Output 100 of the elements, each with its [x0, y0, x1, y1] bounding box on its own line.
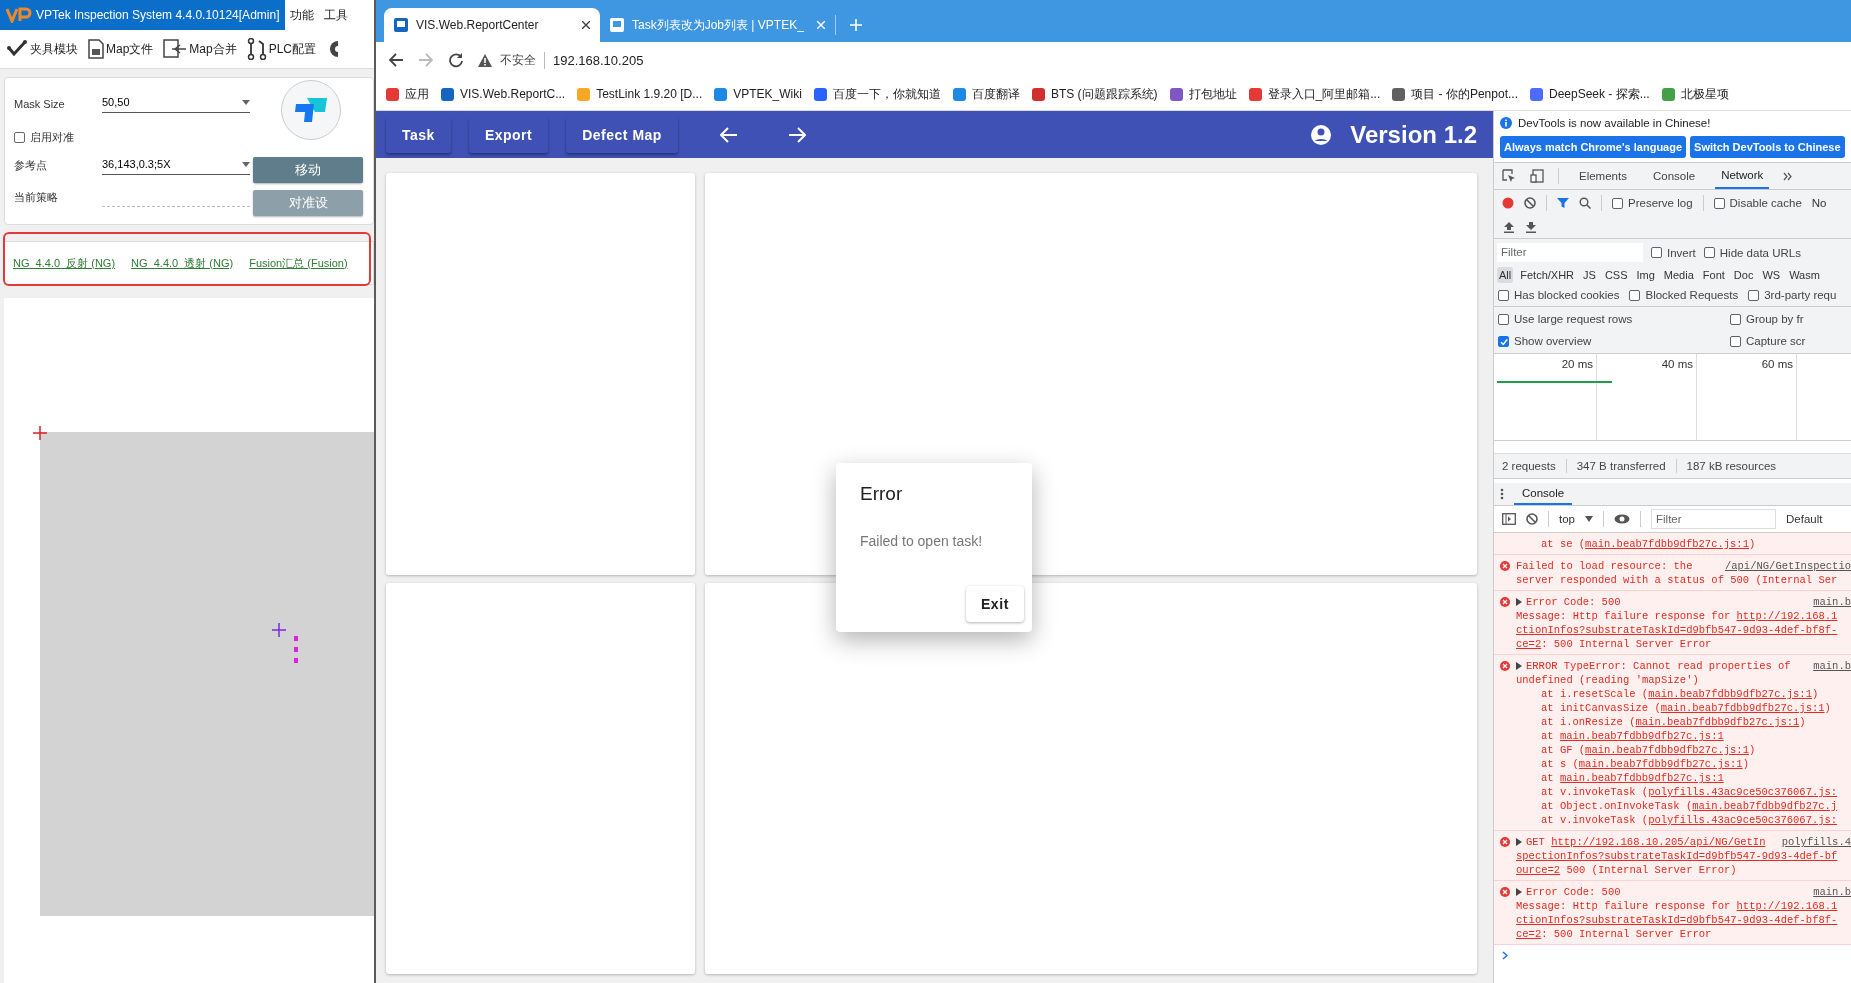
clear-icon[interactable] [1526, 513, 1538, 525]
expand-arrow-icon[interactable] [1516, 662, 1522, 670]
link[interactable]: main.beab7fdbb9dfb27c.js:1 [1559, 730, 1724, 742]
link[interactable]: http://192.168.1 [1736, 610, 1838, 622]
type-filter[interactable]: Doc [1731, 267, 1756, 283]
context-dropdown[interactable]: top [1559, 513, 1575, 525]
link[interactable]: spectionInfos?substrateTaskId=d9bfb547-9d93-4def-bf [1516, 850, 1838, 862]
toolbar-button[interactable]: 夹具模块 [30, 40, 78, 58]
bookmark[interactable]: 打包地址 [1169, 85, 1237, 103]
link[interactable]: main.beab7fdbb9dfb27c.js:1 [1585, 744, 1749, 756]
bookmark[interactable]: TestLink 1.9.20 [D... [577, 87, 703, 101]
type-filter[interactable]: Media [1661, 267, 1696, 283]
filter-field[interactable]: Filter [1497, 243, 1643, 262]
link[interactable]: polyfills.43ac9ce50c376067.js: [1648, 786, 1838, 798]
link[interactable]: main.beab7fdbb9dfb27c.js:1 [1635, 716, 1800, 728]
reload-icon[interactable] [448, 52, 464, 68]
recipe-link[interactable]: NG_4.4.0_透射 (NG) [131, 255, 234, 271]
link[interactable]: ctionInfos?substrateTaskId=d9bfb547-9d93-4def-bf8f- [1516, 624, 1838, 636]
bookmark[interactable]: 百度翻译 [952, 85, 1020, 103]
clear-icon[interactable] [1524, 197, 1536, 209]
checkbox[interactable] [1498, 313, 1509, 325]
upload-icon[interactable] [1504, 221, 1514, 233]
source-link[interactable]: main.b [1807, 885, 1851, 899]
recipe-link[interactable]: Fusion汇总 (Fusion) [249, 255, 348, 271]
link[interactable]: ce=2 [1516, 928, 1542, 940]
url-field[interactable]: 192.168.10.205 [553, 52, 644, 68]
type-filter[interactable]: Font [1700, 267, 1727, 283]
toolbar-button[interactable]: Map文件 [106, 40, 154, 58]
nav-button[interactable]: Export [468, 116, 549, 153]
search-icon[interactable] [1579, 197, 1591, 209]
menu-item[interactable]: 功能 [285, 6, 320, 24]
link[interactable]: main.beab7fdbb9dfb27c.js:1 [1578, 758, 1743, 770]
drawer-tab[interactable]: Console [1514, 483, 1573, 505]
checkbox[interactable] [14, 132, 25, 143]
link[interactable]: main.beab7fdbb9dfb27c.js:1 [1585, 538, 1749, 550]
checkbox[interactable] [1703, 247, 1715, 258]
device-icon[interactable] [1530, 169, 1544, 183]
link[interactable]: ce=2 [1516, 638, 1542, 650]
prompt-icon[interactable] [1502, 951, 1508, 960]
checkbox[interactable] [1651, 247, 1662, 258]
type-filter[interactable]: JS [1581, 267, 1598, 283]
download-icon[interactable] [1526, 221, 1536, 233]
eye-icon[interactable] [1614, 514, 1630, 524]
more-icon[interactable] [1500, 488, 1504, 500]
bookmark[interactable]: 百度一下，你就知道 [813, 85, 941, 103]
expand-arrow-icon[interactable] [1516, 888, 1522, 896]
filter-field[interactable]: Filter [1651, 509, 1776, 529]
account-icon[interactable] [1310, 123, 1333, 146]
inspect-icon[interactable] [1502, 169, 1516, 183]
throttle-dropdown[interactable]: No [1811, 197, 1827, 209]
menu-item[interactable]: 工具 [319, 6, 354, 24]
record-icon[interactable] [1502, 197, 1514, 209]
levels-dropdown[interactable]: Default [1786, 513, 1823, 525]
link[interactable]: http://192.168.1 [1736, 900, 1838, 912]
link[interactable]: ource=2 [1516, 864, 1561, 876]
exit-button[interactable]: Exit [965, 586, 1024, 622]
link[interactable]: http://192.168.10.205/api/NG/GetIn [1551, 836, 1766, 848]
checkbox[interactable] [1498, 335, 1509, 347]
source-link[interactable]: polyfills.4 [1775, 835, 1851, 849]
bookmark[interactable]: 北极星项 [1661, 85, 1729, 103]
security-label[interactable]: 不安全 [500, 51, 545, 69]
panel-tab[interactable]: Elements [1573, 163, 1633, 189]
new-tab-icon[interactable] [850, 19, 862, 31]
close-icon[interactable] [582, 21, 590, 29]
language-button[interactable]: Switch DevTools to Chinese [1690, 136, 1845, 158]
source-link[interactable]: main.b [1807, 659, 1851, 673]
source-link[interactable]: main.b [1807, 595, 1851, 609]
back-icon[interactable] [388, 52, 404, 68]
checkbox[interactable] [1713, 197, 1725, 209]
checkbox[interactable] [1612, 197, 1623, 209]
forward-arrow-icon[interactable] [787, 126, 806, 143]
type-filter[interactable]: WS [1760, 267, 1783, 283]
expand-arrow-icon[interactable] [1516, 598, 1522, 606]
link[interactable]: polyfills.43ac9ce50c376067.js: [1648, 814, 1838, 826]
move-button[interactable]: 移动 [253, 157, 363, 183]
dropdown[interactable]: 50,50 [102, 94, 250, 113]
source-link[interactable]: /api/NG/GetInspectio [1718, 559, 1851, 573]
link[interactable]: main.beab7fdbb9dfb27c.js:1 [1648, 688, 1812, 700]
toolbar-button[interactable]: PLC配置 [268, 40, 317, 58]
bookmark[interactable]: 项目 - 你的Penpot... [1392, 85, 1518, 103]
toolbar-button[interactable]: Map合并 [189, 40, 237, 58]
expand-arrow-icon[interactable] [1516, 838, 1522, 846]
type-filter[interactable]: Img [1634, 267, 1657, 283]
link[interactable]: main.beab7fdbb9dfb27c.j [1692, 800, 1838, 812]
checkbox[interactable] [1730, 313, 1741, 325]
recipe-link[interactable]: NG_4.4.0_反射 (NG) [13, 255, 116, 271]
bookmark[interactable]: VPTEK_Wiki [714, 87, 802, 101]
bookmark[interactable]: VIS.Web.ReportC... [441, 87, 566, 101]
back-arrow-icon[interactable] [719, 126, 738, 143]
checkbox[interactable] [1730, 335, 1741, 347]
filter-icon[interactable] [1557, 197, 1569, 209]
type-filter[interactable]: All [1497, 267, 1514, 283]
type-filter[interactable]: Fetch/XHR [1518, 267, 1577, 283]
link[interactable]: main.beab7fdbb9dfb27c.js:1 [1660, 702, 1825, 714]
checkbox[interactable] [1629, 289, 1641, 301]
dropdown-arrow-icon[interactable] [1585, 516, 1593, 522]
type-filter[interactable]: CSS [1602, 267, 1630, 283]
bookmark[interactable]: DeepSeek - 探索... [1529, 85, 1650, 103]
checkbox[interactable] [1748, 289, 1760, 301]
type-filter[interactable]: Wasm [1787, 267, 1822, 283]
